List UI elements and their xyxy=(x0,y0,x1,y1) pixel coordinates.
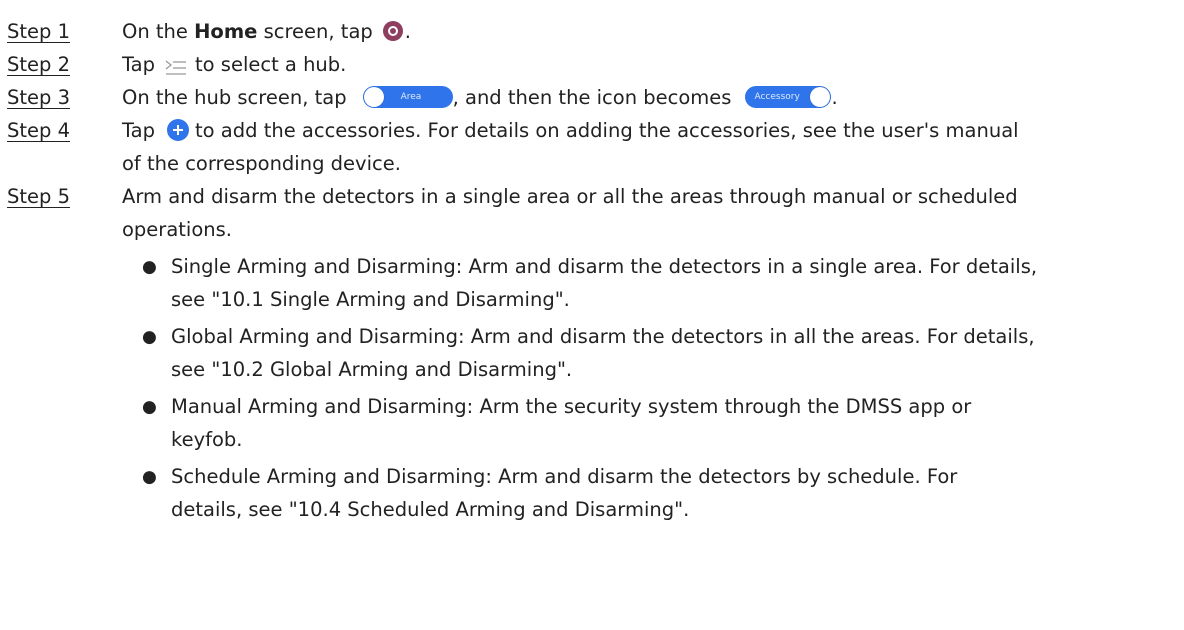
text-fragment: On the xyxy=(122,20,195,43)
bullet-text: Global Arming and Disarming: Arm and dis… xyxy=(171,325,1035,348)
text-fragment: On the hub screen, tap xyxy=(122,86,347,109)
text-fragment: to add the accessories. For details on a… xyxy=(195,119,1019,142)
step-label: Step 1 xyxy=(7,20,71,43)
accessory-toggle-icon: Accessory xyxy=(745,85,832,108)
step-label: Step 3 xyxy=(7,86,71,109)
bullet-icon: ● xyxy=(142,467,157,487)
bullet-icon: ● xyxy=(142,397,157,417)
home-screen-name: Home xyxy=(194,20,258,43)
step-text: Tap to add the accessories. For details o… xyxy=(122,115,1019,147)
step-label: Step 2 xyxy=(7,53,71,76)
step-text: On the hub screen, tap Area , and then the… xyxy=(122,82,838,114)
text-fragment: screen, tap xyxy=(257,20,373,43)
step-text: Arm and disarm the detectors in a single… xyxy=(122,185,1018,208)
step-label: Step 4 xyxy=(7,119,71,142)
toggle-label: Area xyxy=(400,91,422,102)
add-icon xyxy=(167,118,190,141)
step-text: of the corresponding device. xyxy=(122,152,401,175)
text-fragment: to select a hub. xyxy=(195,53,347,76)
step-text: Tap to select a hub. xyxy=(122,49,346,81)
toggle-knob xyxy=(810,86,831,107)
area-toggle-icon: Area xyxy=(362,85,453,108)
text-fragment: . xyxy=(831,86,838,109)
bullet-icon: ● xyxy=(142,327,157,347)
text-fragment: Tap xyxy=(122,119,156,142)
bullet-text: Single Arming and Disarming: Arm and dis… xyxy=(171,255,1038,278)
bullet-text: details, see "10.4 Scheduled Arming and … xyxy=(171,498,690,521)
toggle-label: Accessory xyxy=(754,91,800,102)
bullet-text: see "10.2 Global Arming and Disarming". xyxy=(171,358,573,381)
hub-list-icon xyxy=(165,55,187,75)
bullet-text: keyfob. xyxy=(171,428,243,451)
bullet-text: Manual Arming and Disarming: Arm the sec… xyxy=(171,395,972,418)
step-label: Step 5 xyxy=(7,185,71,208)
text-fragment: Tap xyxy=(122,53,156,76)
home-icon xyxy=(382,20,403,41)
step-text: On the Home screen, tap. xyxy=(122,16,411,48)
toggle-knob xyxy=(363,86,384,107)
step-text: operations. xyxy=(122,218,232,241)
text-fragment: , and then the icon becomes xyxy=(452,86,732,109)
bullet-icon: ● xyxy=(142,257,157,277)
bullet-text: see "10.1 Single Arming and Disarming". xyxy=(171,288,570,311)
text-fragment: . xyxy=(404,20,411,43)
bullet-text: Schedule Arming and Disarming: Arm and d… xyxy=(171,465,958,488)
